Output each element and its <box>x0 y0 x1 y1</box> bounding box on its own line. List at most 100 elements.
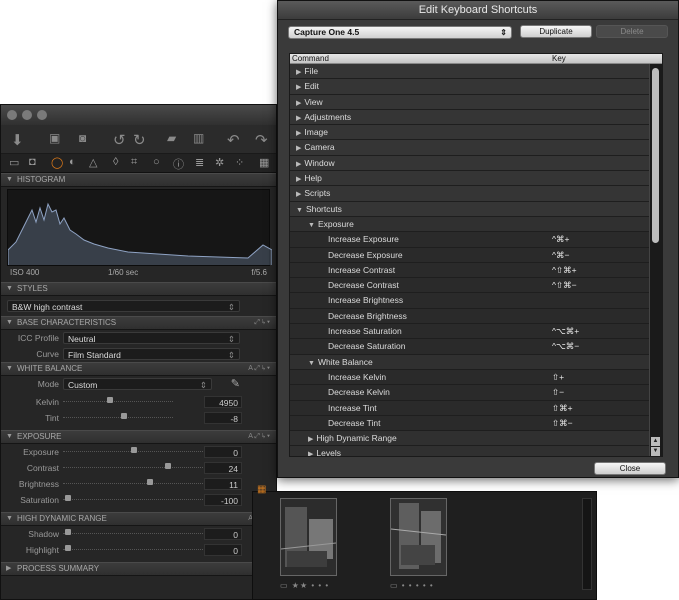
disclosure-closed-icon[interactable]: ▶ <box>296 176 301 183</box>
section-actions-icon[interactable]: A ⤢ ↳ ▾ <box>248 363 270 375</box>
table-row[interactable]: Increase Exposure ^⌘+ <box>290 232 662 248</box>
section-actions-icon[interactable]: A ⤢ ↳ ▾ <box>248 431 270 443</box>
table-row[interactable]: Decrease Contrast ^⇧⌘− <box>290 278 662 294</box>
shadow-value[interactable]: 0 <box>204 528 242 540</box>
key-cell[interactable]: ^⇧⌘− <box>552 278 577 292</box>
table-row[interactable]: ▶ View <box>290 94 662 110</box>
exposure-thumb[interactable] <box>131 447 137 453</box>
capture-icon[interactable]: ▣ <box>49 131 60 145</box>
saturation-value[interactable]: -100 <box>204 494 242 506</box>
disclosure-closed-icon[interactable]: ▶ <box>296 115 301 122</box>
info-tab-icon[interactable]: ⓘ <box>173 156 184 172</box>
lens-tab-icon[interactable]: △ <box>89 156 97 169</box>
saturation-slider[interactable] <box>63 495 203 502</box>
scroll-down-button[interactable]: ▼ <box>651 447 660 456</box>
table-row[interactable]: ▶ Levels <box>290 446 662 456</box>
table-row[interactable]: ▶ Edit <box>290 79 662 95</box>
import-icon[interactable]: ⬇ <box>11 131 24 149</box>
key-cell[interactable]: ^⌘− <box>552 248 569 262</box>
hdr-header[interactable]: ▼ HIGH DYNAMIC RANGE A ⤢ ↳ ▾ <box>1 512 276 526</box>
table-row[interactable]: ▶ File <box>290 64 662 80</box>
histogram-header[interactable]: ▼ HISTOGRAM <box>1 173 276 187</box>
highlight-value[interactable]: 0 <box>204 544 242 556</box>
disclosure-open-icon[interactable]: ▼ <box>308 222 315 229</box>
eyedropper-icon[interactable]: ✎ <box>231 377 240 390</box>
disclosure-closed-icon[interactable]: ▶ <box>296 161 301 168</box>
capture-tab-icon[interactable]: ◘ <box>29 156 36 168</box>
brightness-slider[interactable] <box>63 479 203 486</box>
close-window-button[interactable] <box>7 110 17 120</box>
thumbnail-1[interactable] <box>280 498 337 576</box>
brightness-value[interactable]: 11 <box>204 478 242 490</box>
table-row[interactable]: Decrease Exposure ^⌘− <box>290 248 662 263</box>
section-actions-icon[interactable]: ⤢ ↳ ▾ <box>254 317 270 329</box>
table-row[interactable]: ▶ Adjustments <box>290 109 662 126</box>
grid-tab-icon[interactable]: ▦ <box>259 156 269 169</box>
key-cell[interactable]: ⇧− <box>552 385 564 399</box>
key-cell[interactable]: ⇧⌘+ <box>552 401 573 415</box>
close-button[interactable]: Close <box>594 462 666 475</box>
table-row[interactable]: Decrease Brightness <box>290 309 662 325</box>
key-column-header[interactable]: Key <box>552 54 566 63</box>
rating-stars-1[interactable]: ▭ ★★ • • • <box>280 581 329 590</box>
highlight-slider[interactable] <box>63 545 203 552</box>
white-balance-header[interactable]: ▼ WHITE BALANCE A ⤢ ↳ ▾ <box>1 362 276 376</box>
table-row[interactable]: Increase Tint ⇧⌘+ <box>290 401 662 416</box>
filmstrip-scrollbar[interactable] <box>582 498 592 590</box>
table-row[interactable]: ▶ High Dynamic Range <box>290 431 662 447</box>
table-row[interactable]: ▼ Exposure <box>290 216 662 233</box>
key-cell[interactable]: ^⌘+ <box>552 232 569 246</box>
disclosure-closed-icon[interactable]: ▶ <box>308 436 313 443</box>
table-row[interactable]: Increase Contrast ^⇧⌘+ <box>290 263 662 279</box>
table-row[interactable]: Increase Brightness <box>290 293 662 309</box>
focus-tab-icon[interactable]: ◊ <box>113 156 118 168</box>
disclosure-closed-icon[interactable]: ▶ <box>296 130 301 137</box>
zoom-window-button[interactable] <box>37 110 47 120</box>
table-row[interactable]: ▶ Camera <box>290 140 662 156</box>
settings-tab-icon[interactable]: ✲ <box>215 156 224 169</box>
disclosure-open-icon[interactable]: ▼ <box>308 360 315 367</box>
search-tab-icon[interactable]: ○ <box>153 156 160 168</box>
tint-slider[interactable] <box>63 413 173 420</box>
delete-button[interactable]: Delete <box>596 25 668 38</box>
contrast-value[interactable]: 24 <box>204 462 242 474</box>
curve-dropdown[interactable]: Film Standard ⇕ <box>63 348 240 360</box>
table-row[interactable]: ▶ Image <box>290 125 662 141</box>
shadow-thumb[interactable] <box>65 529 71 535</box>
base-characteristics-header[interactable]: ▼ BASE CHARACTERISTICS ⤢ ↳ ▾ <box>1 316 276 330</box>
process-summary-header[interactable]: ▶ PROCESS SUMMARY <box>1 562 276 576</box>
contrast-slider[interactable] <box>63 463 203 470</box>
kelvin-slider[interactable] <box>63 397 173 404</box>
crop-tab-icon[interactable]: ⌗ <box>131 156 137 169</box>
styles-header[interactable]: ▼ STYLES <box>1 282 276 296</box>
table-row[interactable]: ▶ Window <box>290 155 662 172</box>
contrast-thumb[interactable] <box>165 463 171 469</box>
key-cell[interactable]: ⇧⌘− <box>552 416 573 430</box>
exposure-header[interactable]: ▼ EXPOSURE A ⤢ ↳ ▾ <box>1 430 276 444</box>
styles-dropdown[interactable]: B&W high contrast ⇕ <box>7 300 240 312</box>
exposure-slider[interactable] <box>63 447 203 454</box>
folder-icon[interactable]: ▰ <box>167 131 176 145</box>
vertical-scrollbar[interactable]: ▲ ▼ <box>649 64 662 456</box>
key-cell[interactable]: ^⌥⌘+ <box>552 324 579 338</box>
scroll-up-button[interactable]: ▲ <box>651 437 660 446</box>
table-row[interactable]: Decrease Tint ⇧⌘− <box>290 416 662 432</box>
command-column-header[interactable]: Command <box>292 54 329 63</box>
list-tab-icon[interactable]: ≣ <box>195 156 204 169</box>
table-row[interactable]: Decrease Kelvin ⇧− <box>290 385 662 401</box>
shadow-slider[interactable] <box>63 529 203 536</box>
scrollbar-thumb[interactable] <box>652 68 659 243</box>
table-row[interactable]: ▼ White Balance <box>290 354 662 370</box>
table-row[interactable]: Increase Kelvin ⇧+ <box>290 370 662 386</box>
table-row[interactable]: Increase Saturation ^⌥⌘+ <box>290 324 662 340</box>
exposure-tab-icon[interactable]: ◐ <box>69 156 76 168</box>
table-row[interactable]: Decrease Saturation ^⌥⌘− <box>290 339 662 355</box>
saturation-thumb[interactable] <box>65 495 71 501</box>
disclosure-closed-icon[interactable]: ▶ <box>296 100 301 107</box>
wb-mode-dropdown[interactable]: Custom ⇕ <box>63 378 212 390</box>
undo-icon[interactable]: ↶ <box>227 131 240 149</box>
minimize-window-button[interactable] <box>22 110 32 120</box>
key-cell[interactable]: ⇧+ <box>552 370 564 384</box>
disclosure-closed-icon[interactable]: ▶ <box>296 84 301 91</box>
preset-dropdown[interactable]: Capture One 4.5 ⇕ <box>288 26 512 39</box>
